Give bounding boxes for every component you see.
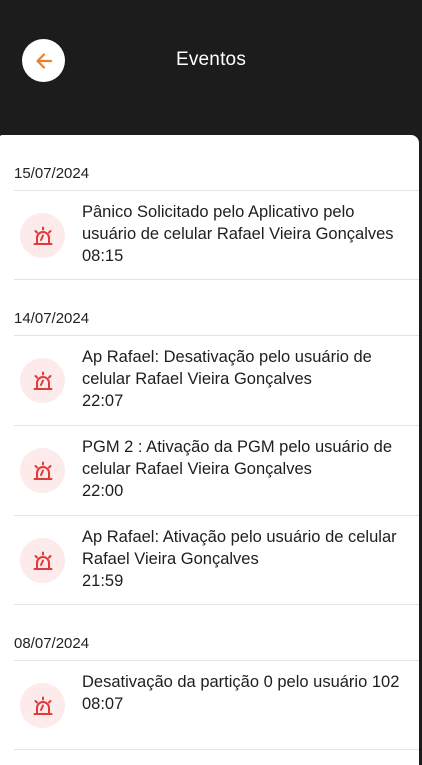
event-time: 08:07 — [82, 695, 124, 713]
header: Eventos — [0, 0, 422, 135]
alarm-siren-icon — [20, 683, 65, 728]
event-time: 21:59 — [82, 572, 124, 590]
event-item[interactable]: Pânico Solicitado pelo Aplicativo pelo u… — [14, 190, 419, 280]
alarm-siren-icon — [20, 358, 65, 403]
event-group: 15/07/2024 Pânico Solicitado pelo Aplica… — [0, 135, 419, 280]
event-description: Ap Rafael: Ativação pelo usuário de celu… — [82, 528, 397, 568]
event-description: Desativação da partição 0 pelo usuário 1… — [82, 673, 400, 691]
event-description: PGM 2 : Ativação da PGM pelo usuário de … — [82, 438, 392, 478]
event-text: Ap Rafael: Desativação pelo usuário de c… — [82, 346, 411, 412]
events-list[interactable]: 15/07/2024 Pânico Solicitado pelo Aplica… — [0, 135, 419, 765]
alarm-siren-icon — [20, 448, 65, 493]
event-time: 08:15 — [82, 247, 124, 265]
event-item[interactable]: Ap Rafael: Ativação pelo usuário de celu… — [14, 515, 419, 605]
event-description: Pânico Solicitado pelo Aplicativo pelo u… — [82, 203, 394, 243]
event-text: Desativação da partição 0 pelo usuário 1… — [82, 671, 411, 715]
event-item[interactable]: Desativação da partição 0 pelo usuário 1… — [14, 660, 419, 750]
event-group: 14/07/2024 Ap Rafael: Desativação pelo u… — [0, 280, 419, 605]
event-time: 22:07 — [82, 392, 124, 410]
event-text: Ap Rafael: Ativação pelo usuário de celu… — [82, 526, 411, 592]
page-title: Eventos — [175, 49, 247, 70]
alarm-siren-icon — [20, 213, 65, 258]
group-date: 08/07/2024 — [14, 635, 90, 652]
event-item[interactable]: PGM 2 : Ativação da PGM pelo usuário de … — [14, 425, 419, 515]
event-item[interactable]: Ap Rafael: Desativação pelo usuário de c… — [14, 335, 419, 425]
event-group: 08/07/2024 Desativação da partição 0 pel… — [0, 605, 419, 750]
event-text: PGM 2 : Ativação da PGM pelo usuário de … — [82, 436, 411, 502]
event-description: Ap Rafael: Desativação pelo usuário de c… — [82, 348, 372, 388]
event-time: 22:00 — [82, 482, 124, 500]
event-text: Pânico Solicitado pelo Aplicativo pelo u… — [82, 201, 411, 267]
group-date: 15/07/2024 — [14, 165, 90, 182]
alarm-siren-icon — [20, 538, 65, 583]
group-date: 14/07/2024 — [14, 310, 90, 327]
